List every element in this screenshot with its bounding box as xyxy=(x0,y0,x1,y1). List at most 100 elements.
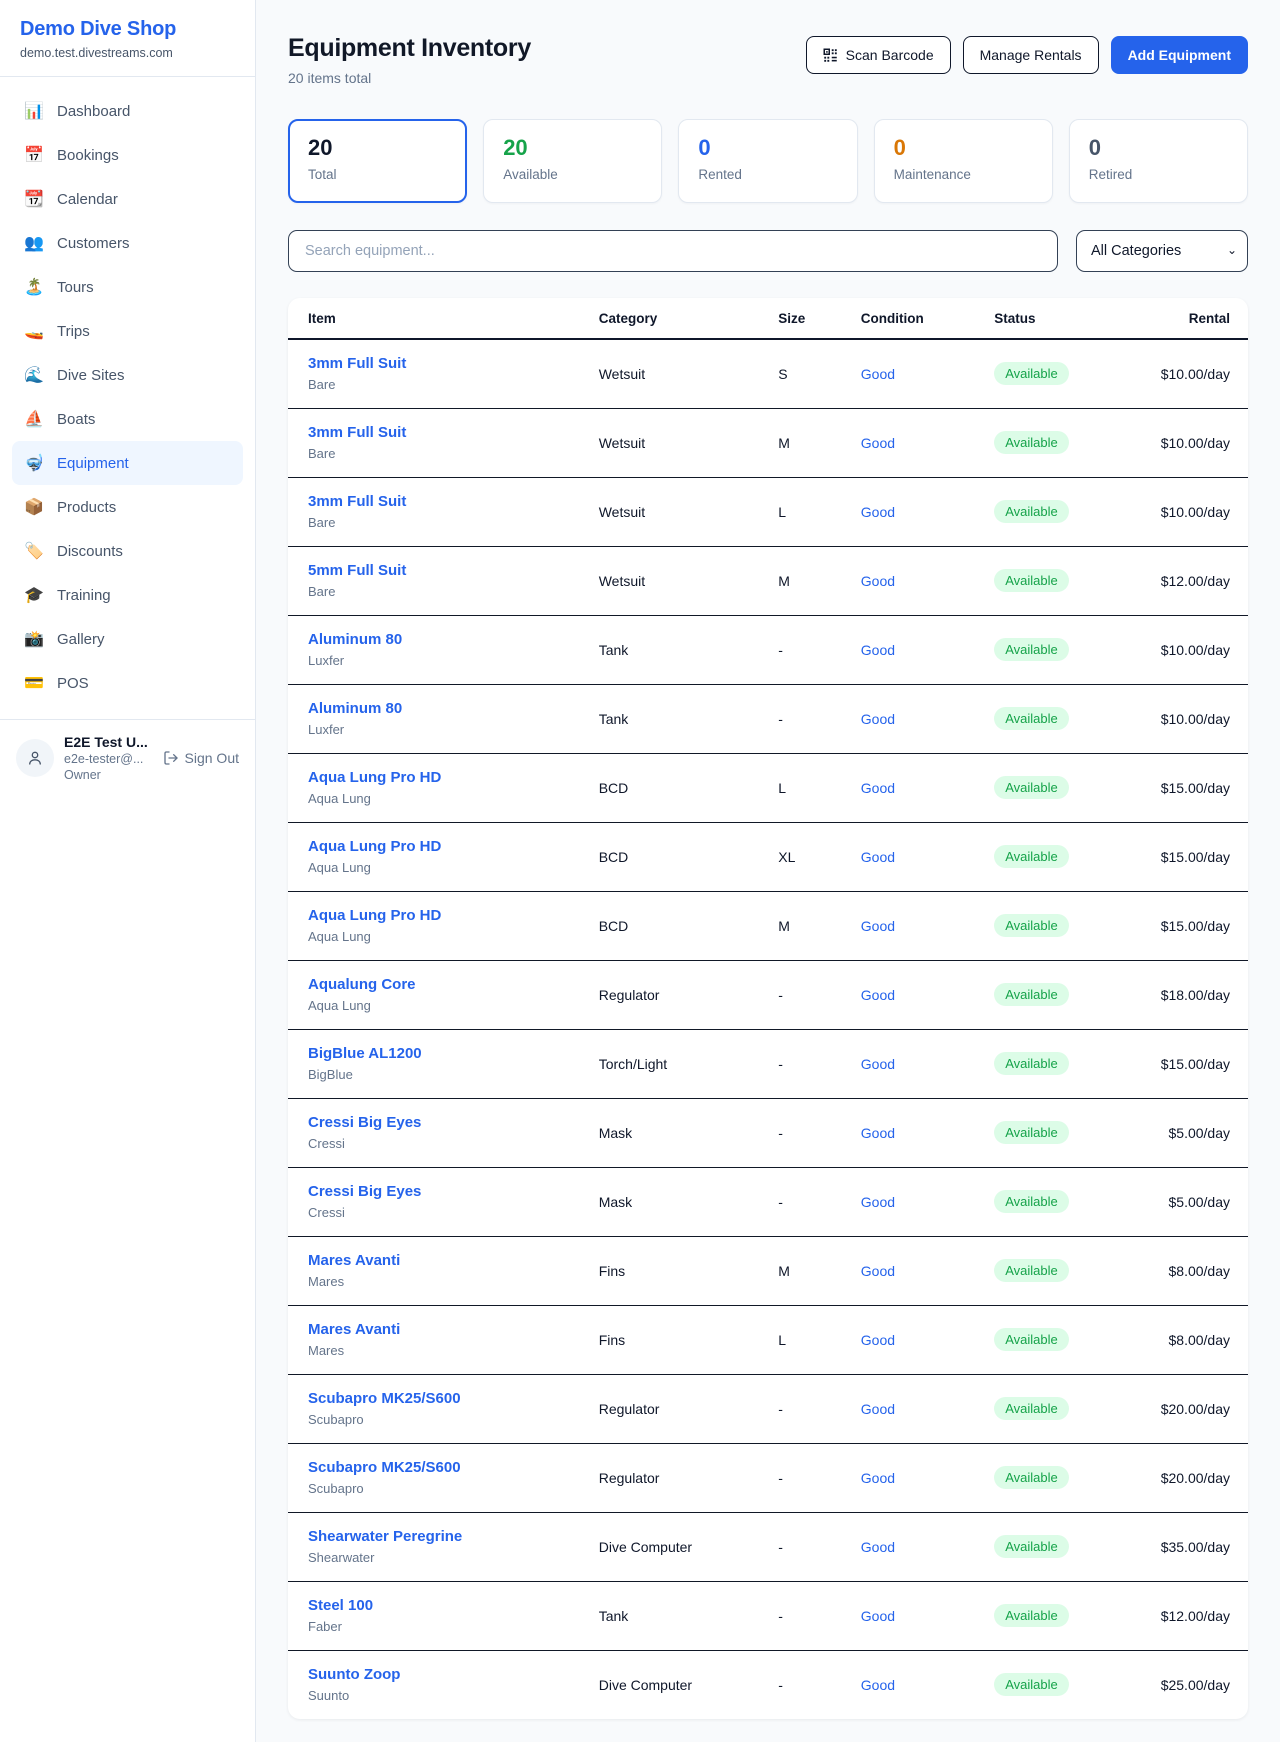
stat-card-maintenance[interactable]: 0 Maintenance xyxy=(874,119,1053,203)
status-badge: Available xyxy=(994,1190,1069,1213)
sidebar-item-products[interactable]: 📦 Products xyxy=(12,485,243,529)
item-brand: BigBlue xyxy=(308,1067,567,1082)
item-link[interactable]: Cressi Big Eyes xyxy=(308,1114,567,1131)
item-link[interactable]: Aqua Lung Pro HD xyxy=(308,769,567,786)
sidebar-item-calendar[interactable]: 📆 Calendar xyxy=(12,177,243,221)
item-brand: Scubapro xyxy=(308,1412,567,1427)
condition-link[interactable]: Good xyxy=(861,987,895,1003)
condition-link[interactable]: Good xyxy=(861,573,895,589)
item-link[interactable]: 3mm Full Suit xyxy=(308,493,567,510)
item-link[interactable]: Shearwater Peregrine xyxy=(308,1528,567,1545)
item-brand: Mares xyxy=(308,1343,567,1358)
condition-link[interactable]: Good xyxy=(861,918,895,934)
condition-link[interactable]: Good xyxy=(861,1677,895,1693)
scan-barcode-button[interactable]: Scan Barcode xyxy=(806,36,951,74)
rental-cell: $10.00/day xyxy=(1103,339,1248,408)
col-header-category: Category xyxy=(583,298,763,339)
item-link[interactable]: Aqua Lung Pro HD xyxy=(308,838,567,855)
item-link[interactable]: BigBlue AL1200 xyxy=(308,1045,567,1062)
manage-rentals-button[interactable]: Manage Rentals xyxy=(963,36,1099,74)
item-link[interactable]: Aqua Lung Pro HD xyxy=(308,907,567,924)
add-equipment-button[interactable]: Add Equipment xyxy=(1111,36,1248,74)
item-link[interactable]: Suunto Zoop xyxy=(308,1666,567,1683)
stat-card-total[interactable]: 20 Total xyxy=(288,119,467,203)
sidebar-item-training[interactable]: 🎓 Training xyxy=(12,573,243,617)
item-link[interactable]: Aqualung Core xyxy=(308,976,567,993)
sidebar-item-label: Bookings xyxy=(57,147,119,164)
status-badge: Available xyxy=(994,1259,1069,1282)
category-select[interactable]: All Categories xyxy=(1076,230,1248,272)
item-link[interactable]: Mares Avanti xyxy=(308,1321,567,1338)
sidebar-item-tours[interactable]: 🏝️ Tours xyxy=(12,265,243,309)
item-link[interactable]: Aluminum 80 xyxy=(308,631,567,648)
item-link[interactable]: Aluminum 80 xyxy=(308,700,567,717)
rental-cell: $10.00/day xyxy=(1103,684,1248,753)
size-cell: - xyxy=(762,1443,845,1512)
sidebar-item-dashboard[interactable]: 📊 Dashboard xyxy=(12,89,243,133)
sign-out-icon xyxy=(163,750,179,766)
size-cell: S xyxy=(762,339,845,408)
sidebar-item-trips[interactable]: 🚤 Trips xyxy=(12,309,243,353)
items-total-count: 20 items total xyxy=(288,70,531,86)
stat-card-available[interactable]: 20 Available xyxy=(483,119,662,203)
item-link[interactable]: Cressi Big Eyes xyxy=(308,1183,567,1200)
sidebar-item-gallery[interactable]: 📸 Gallery xyxy=(12,617,243,661)
col-header-status: Status xyxy=(978,298,1103,339)
item-link[interactable]: Steel 100 xyxy=(308,1597,567,1614)
item-link[interactable]: Scubapro MK25/S600 xyxy=(308,1459,567,1476)
rental-cell: $12.00/day xyxy=(1103,546,1248,615)
condition-link[interactable]: Good xyxy=(861,711,895,727)
item-brand: Bare xyxy=(308,584,567,599)
sign-out-label: Sign Out xyxy=(185,750,239,766)
condition-link[interactable]: Good xyxy=(861,504,895,520)
rental-cell: $15.00/day xyxy=(1103,1029,1248,1098)
item-link[interactable]: 3mm Full Suit xyxy=(308,424,567,441)
status-badge: Available xyxy=(994,1328,1069,1351)
table-row: Mares Avanti Mares Fins L Good Available… xyxy=(288,1305,1248,1374)
condition-link[interactable]: Good xyxy=(861,1332,895,1348)
rental-cell: $15.00/day xyxy=(1103,753,1248,822)
user-block: E2E Test U... e2e-tester@... Owner Sign … xyxy=(0,719,255,796)
item-link[interactable]: Mares Avanti xyxy=(308,1252,567,1269)
stat-value: 0 xyxy=(1089,135,1228,161)
item-link[interactable]: 5mm Full Suit xyxy=(308,562,567,579)
col-header-rental: Rental xyxy=(1103,298,1248,339)
condition-link[interactable]: Good xyxy=(861,1263,895,1279)
condition-link[interactable]: Good xyxy=(861,1056,895,1072)
status-badge: Available xyxy=(994,431,1069,454)
stat-card-rented[interactable]: 0 Rented xyxy=(678,119,857,203)
condition-link[interactable]: Good xyxy=(861,849,895,865)
sidebar-item-boats[interactable]: ⛵ Boats xyxy=(12,397,243,441)
sidebar-item-label: Tours xyxy=(57,279,94,296)
status-badge: Available xyxy=(994,1121,1069,1144)
condition-link[interactable]: Good xyxy=(861,1470,895,1486)
sidebar-item-dive-sites[interactable]: 🌊 Dive Sites xyxy=(12,353,243,397)
condition-link[interactable]: Good xyxy=(861,1608,895,1624)
sidebar-item-label: Customers xyxy=(57,235,130,252)
search-input[interactable] xyxy=(288,230,1058,272)
item-link[interactable]: Scubapro MK25/S600 xyxy=(308,1390,567,1407)
sidebar-item-label: Equipment xyxy=(57,455,129,472)
sign-out-button[interactable]: Sign Out xyxy=(163,750,239,766)
condition-link[interactable]: Good xyxy=(861,1401,895,1417)
item-link[interactable]: 3mm Full Suit xyxy=(308,355,567,372)
condition-link[interactable]: Good xyxy=(861,435,895,451)
size-cell: - xyxy=(762,1650,845,1719)
condition-link[interactable]: Good xyxy=(861,366,895,382)
condition-link[interactable]: Good xyxy=(861,1194,895,1210)
sidebar-item-equipment[interactable]: 🤿 Equipment xyxy=(12,441,243,485)
condition-link[interactable]: Good xyxy=(861,780,895,796)
condition-link[interactable]: Good xyxy=(861,642,895,658)
category-cell: Fins xyxy=(583,1236,763,1305)
sidebar-item-pos[interactable]: 💳 POS xyxy=(12,661,243,705)
status-badge: Available xyxy=(994,638,1069,661)
category-cell: Wetsuit xyxy=(583,546,763,615)
sidebar-item-discounts[interactable]: 🏷️ Discounts xyxy=(12,529,243,573)
condition-link[interactable]: Good xyxy=(861,1125,895,1141)
sidebar-item-customers[interactable]: 👥 Customers xyxy=(12,221,243,265)
stat-card-retired[interactable]: 0 Retired xyxy=(1069,119,1248,203)
sidebar-item-bookings[interactable]: 📅 Bookings xyxy=(12,133,243,177)
stat-value: 20 xyxy=(503,135,642,161)
condition-link[interactable]: Good xyxy=(861,1539,895,1555)
status-badge: Available xyxy=(994,1535,1069,1558)
